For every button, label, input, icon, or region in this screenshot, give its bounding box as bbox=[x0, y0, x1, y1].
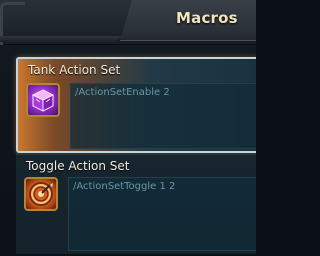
macro-entry-tank-action-set[interactable]: Tank Action Set /ActionSetEnable 2 bbox=[16, 57, 256, 153]
macro-command: /ActionSetToggle 1 2 bbox=[73, 181, 176, 192]
macro-text-field[interactable]: /ActionSetEnable 2 bbox=[70, 83, 256, 149]
window-header: Macros bbox=[0, 0, 256, 45]
window-title: Macros bbox=[176, 9, 238, 27]
macro-icon-button[interactable] bbox=[24, 177, 58, 211]
macro-entry-toggle-action-set[interactable]: Toggle Action Set /ActionSetToggle 1 2 bbox=[16, 154, 256, 254]
purple-cube-icon bbox=[31, 89, 55, 112]
macro-text-field[interactable]: /ActionSetToggle 1 2 bbox=[68, 177, 256, 251]
macro-command: /ActionSetEnable 2 bbox=[75, 87, 170, 98]
target-icon bbox=[29, 182, 53, 206]
macro-name: Toggle Action Set bbox=[26, 159, 130, 173]
header-bevel-decoration bbox=[0, 36, 122, 42]
macro-icon-button[interactable] bbox=[26, 83, 60, 117]
macros-window: Macros Tank Action Set /ActionSetEnable … bbox=[0, 0, 256, 256]
macro-name: Tank Action Set bbox=[28, 63, 121, 77]
